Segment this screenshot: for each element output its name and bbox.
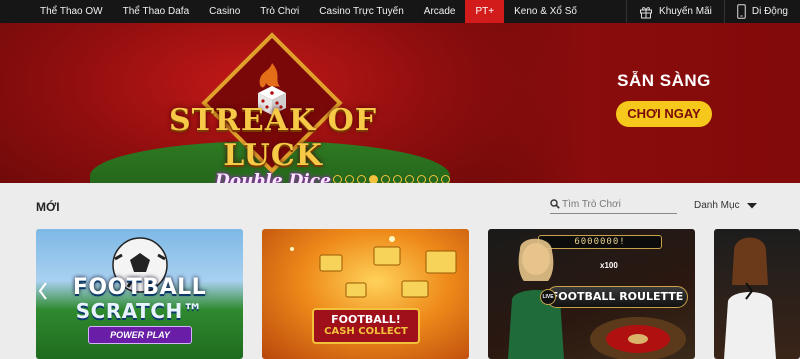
hero-banner[interactable]: STREAK OF LUCK Double Dice SẴN SÀNG CHƠI… [0, 23, 800, 183]
game-title-line1: FOOTBALL! [331, 313, 401, 326]
nav-item-pt-plus[interactable]: PT+ [465, 0, 505, 23]
section-title: MỚI [36, 200, 60, 214]
carousel-dot[interactable] [417, 175, 426, 183]
game-card-football-cash-collect[interactable]: FOOTBALL! CASH COLLECT [262, 229, 469, 359]
nav-item-casino[interactable]: Casino [199, 0, 250, 23]
cta-title: SẴN SÀNG [617, 71, 711, 90]
mobile-label: Di Động [751, 6, 788, 17]
carousel-next-arrow[interactable] [742, 280, 756, 302]
game-card-football-scratch[interactable]: FOOTBALL SCRATCH™ POWER PLAY [36, 229, 243, 359]
cash-collect-banner: FOOTBALL! CASH COLLECT [312, 308, 420, 344]
nav-item-tro-choi[interactable]: Trò Chơi [250, 0, 309, 23]
nav-utilities: Khuyến Mãi Di Động [626, 0, 800, 23]
nav-item-keno-xo-so[interactable]: Keno & Xổ Số [504, 0, 587, 23]
nav-item-the-thao-dafa[interactable]: Thể Thao Dafa [113, 0, 200, 23]
dealer-figure [724, 237, 776, 359]
chevron-down-icon [746, 202, 757, 208]
game-title-line2: CASH COLLECT [324, 326, 408, 337]
game-card-football-roulette[interactable]: 6000000! x100 LIVE FOOTBALL ROULETTE [488, 229, 695, 359]
carousel-dot[interactable] [429, 175, 438, 183]
mobile-phone-icon [737, 4, 746, 19]
power-play-badge: POWER PLAY [88, 326, 192, 344]
live-badge: LIVE [540, 289, 556, 305]
nav-item-arcade[interactable]: Arcade [414, 0, 466, 23]
dice-icon [258, 63, 286, 115]
carousel-dot[interactable] [441, 175, 450, 183]
promotions-label: Khuyến Mãi [659, 6, 712, 17]
game-title-line2: SCRATCH™ [75, 299, 204, 323]
new-games-section: MỚI Danh Mục FOOTBALL SCRATCH™ POWER [0, 183, 800, 359]
category-label: Danh Mục [694, 200, 740, 211]
nav-item-casino-truc-tuyen[interactable]: Casino Trực Tuyến [309, 0, 414, 23]
play-now-button[interactable]: CHƠI NGAY [616, 101, 712, 127]
mobile-link[interactable]: Di Động [723, 0, 800, 23]
search-input[interactable] [562, 197, 672, 211]
hero-cta: SẴN SÀNG CHƠI NGAY [616, 71, 712, 127]
carousel-dots [333, 175, 450, 183]
roulette-wheel-icon [590, 317, 686, 359]
chevron-left-icon [38, 282, 47, 300]
game-title: FOOTBALL ROULETTE [546, 286, 688, 308]
carousel-dot-active[interactable] [369, 175, 378, 183]
game-search [550, 195, 677, 214]
carousel-dot[interactable] [405, 175, 414, 183]
carousel-dot[interactable] [393, 175, 402, 183]
carousel-dot[interactable] [381, 175, 390, 183]
game-title-line1: FOOTBALL [72, 275, 207, 300]
carousel-prev-arrow[interactable] [36, 280, 50, 302]
carousel-dot[interactable] [345, 175, 354, 183]
carousel-dot[interactable] [333, 175, 342, 183]
gift-icon [640, 6, 653, 18]
promotions-link[interactable]: Khuyến Mãi [626, 0, 724, 23]
search-icon [550, 199, 560, 209]
multiplier-label: x100 [600, 261, 618, 270]
top-nav: Thể Thao OW Thể Thao Dafa Casino Trò Chơ… [0, 0, 800, 23]
cash-coins-icon [290, 236, 457, 298]
game-card-partial[interactable] [714, 229, 800, 359]
category-dropdown[interactable]: Danh Mục [694, 200, 758, 211]
nav-item-the-thao-ow[interactable]: Thể Thao OW [0, 0, 113, 23]
chevron-right-icon [745, 282, 754, 300]
carousel-dot[interactable] [357, 175, 366, 183]
